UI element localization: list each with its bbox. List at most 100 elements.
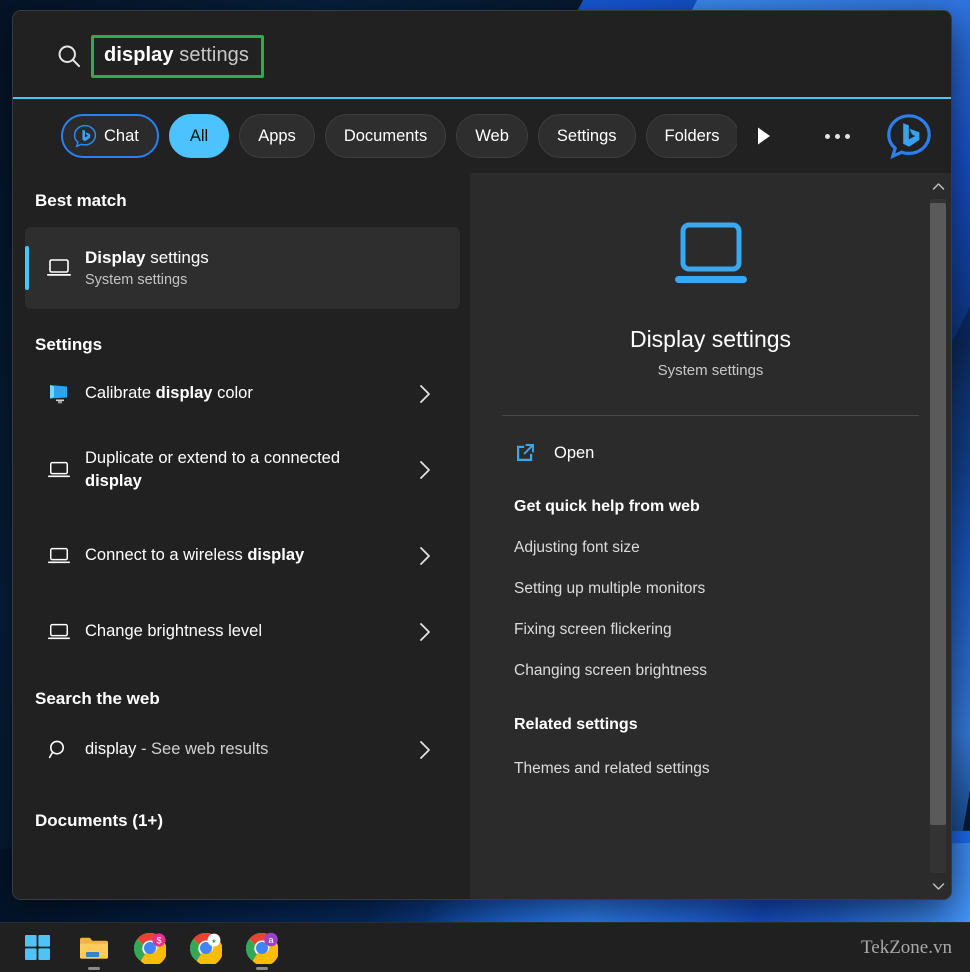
chevron-down-icon <box>932 882 944 890</box>
quick-help-link[interactable]: Adjusting font size <box>496 516 925 557</box>
scrollbar-thumb[interactable] <box>930 203 946 825</box>
svg-text:★: ★ <box>211 937 216 944</box>
taskbar-chrome-button-1[interactable]: $ <box>126 926 174 970</box>
quick-help-link[interactable]: Setting up multiple monitors <box>496 557 925 598</box>
result-item-change-brightness[interactable]: Change brightness level <box>25 599 460 665</box>
play-right-icon <box>758 127 770 145</box>
chevron-right-icon <box>420 741 430 759</box>
result-label-query: display <box>85 740 137 759</box>
scroll-down-button[interactable] <box>925 873 951 899</box>
search-icon <box>58 45 81 68</box>
result-label-bold: display <box>247 546 305 565</box>
ellipsis-icon-dot <box>824 133 830 139</box>
taskbar-chrome-button-3[interactable]: a <box>238 926 286 970</box>
laptop-large-icon <box>674 222 747 283</box>
quick-help-link[interactable]: Changing screen brightness <box>496 639 925 680</box>
taskbar: $ ★ a TekZone.vn <box>0 922 970 972</box>
bing-logo-button[interactable] <box>883 110 935 162</box>
scroll-next-button[interactable] <box>747 119 781 153</box>
result-title-rest: settings <box>145 248 209 267</box>
open-action-button[interactable]: Open <box>496 416 925 464</box>
settings-section-heading: Settings <box>35 335 103 354</box>
result-item-web-search[interactable]: display - See web results <box>25 715 460 785</box>
laptop-icon <box>33 459 85 481</box>
quick-help-heading: Get quick help from web <box>514 498 700 515</box>
filter-pill-web-label: Web <box>475 126 509 145</box>
chevron-right-icon <box>420 547 430 565</box>
search-query-rest: settings <box>173 43 250 66</box>
result-label-post: - See web results <box>136 740 269 759</box>
taskbar-running-indicator <box>256 966 268 970</box>
ellipsis-icon-dot <box>834 133 840 139</box>
chevron-right-icon <box>420 385 430 403</box>
bing-chat-icon <box>73 124 97 148</box>
desktop-wallpaper: display settings Chat All Apps Documents… <box>0 0 970 972</box>
search-web-heading: Search the web <box>35 689 160 708</box>
result-label-pre: Duplicate or extend to a connected <box>85 448 341 467</box>
related-settings-link[interactable]: Themes and related settings <box>496 734 925 778</box>
preview-hero: Display settings System settings <box>496 173 925 379</box>
chevron-up-icon <box>932 182 944 190</box>
chrome-icon: a <box>246 932 278 964</box>
best-match-heading: Best match <box>35 191 127 210</box>
result-item-connect-wireless-display[interactable]: Connect to a wireless display <box>25 513 460 599</box>
preview-column: Display settings System settings Open Ge… <box>470 173 951 899</box>
result-item-duplicate-extend-display[interactable]: Duplicate or extend to a connected displ… <box>25 427 460 513</box>
filter-pill-chat-label: Chat <box>104 126 139 145</box>
scroll-up-button[interactable] <box>925 173 951 199</box>
taskbar-start-button[interactable] <box>14 926 62 970</box>
result-label-bold: display <box>85 472 142 490</box>
filter-pill-apps[interactable]: Apps <box>239 114 315 158</box>
search-bar-row: display settings <box>13 11 951 99</box>
chrome-icon: $ <box>134 932 166 964</box>
chevron-right-icon <box>420 623 430 641</box>
search-query-text: display settings <box>104 44 249 67</box>
filter-pill-settings[interactable]: Settings <box>537 114 636 158</box>
result-label-post: color <box>212 384 253 403</box>
filter-pill-folders-label: Folders <box>664 126 720 145</box>
windows-start-icon <box>25 934 50 960</box>
documents-section-heading: Documents (1+) <box>35 811 163 830</box>
search-query-bold: display <box>104 43 174 66</box>
result-title: Display settings <box>85 248 209 268</box>
result-label-pre: Connect to a wireless <box>85 546 248 565</box>
result-item-calibrate-display-color[interactable]: Calibrate display color <box>25 361 460 427</box>
result-item-display-settings[interactable]: Display settings System settings <box>25 227 460 309</box>
preview-scrollbar[interactable] <box>925 173 951 899</box>
bing-logo-icon <box>887 114 931 160</box>
filter-pill-chat[interactable]: Chat <box>61 114 159 158</box>
filter-pill-apps-label: Apps <box>258 126 296 145</box>
result-label: display - See web results <box>85 738 312 761</box>
result-label-bold: display <box>155 384 213 403</box>
quick-help-link[interactable]: Fixing screen flickering <box>496 598 925 639</box>
laptop-icon <box>33 621 85 643</box>
filter-pill-all[interactable]: All <box>168 114 230 158</box>
search-input[interactable]: display settings <box>41 21 921 91</box>
filter-pill-settings-label: Settings <box>556 126 617 145</box>
open-external-icon <box>517 444 534 461</box>
chrome-icon: ★ <box>190 932 222 964</box>
result-label: Connect to a wireless display <box>85 544 348 567</box>
preview-title: Display settings <box>629 326 792 352</box>
monitor-color-icon <box>33 382 85 406</box>
taskbar-chrome-button-2[interactable]: ★ <box>182 926 230 970</box>
result-label-pre: Calibrate <box>85 384 156 403</box>
results-column: Best match Display settings System setti… <box>13 173 470 899</box>
search-icon <box>33 738 85 762</box>
filter-pill-documents-label: Documents <box>343 126 428 145</box>
folder-icon <box>80 937 108 959</box>
filter-pill-documents[interactable]: Documents <box>324 114 447 158</box>
selection-accent-bar <box>25 246 29 290</box>
more-options-button[interactable] <box>813 116 861 156</box>
result-label: Duplicate or extend to a connected displ… <box>85 447 385 494</box>
result-item-text: Display settings System settings <box>85 248 209 288</box>
filter-pill-web[interactable]: Web <box>456 114 528 158</box>
open-action-label: Open <box>554 443 595 462</box>
windows-search-panel: display settings Chat All Apps Documents… <box>12 10 952 900</box>
filter-pill-folders[interactable]: Folders <box>645 114 739 158</box>
taskbar-file-explorer-button[interactable] <box>70 926 118 970</box>
filter-pills-row: Chat All Apps Documents Web Settings Fol… <box>13 99 951 173</box>
result-subtitle: System settings <box>85 272 188 288</box>
preview-subtitle: System settings <box>657 362 764 379</box>
preview-content: Display settings System settings Open Ge… <box>470 173 951 778</box>
